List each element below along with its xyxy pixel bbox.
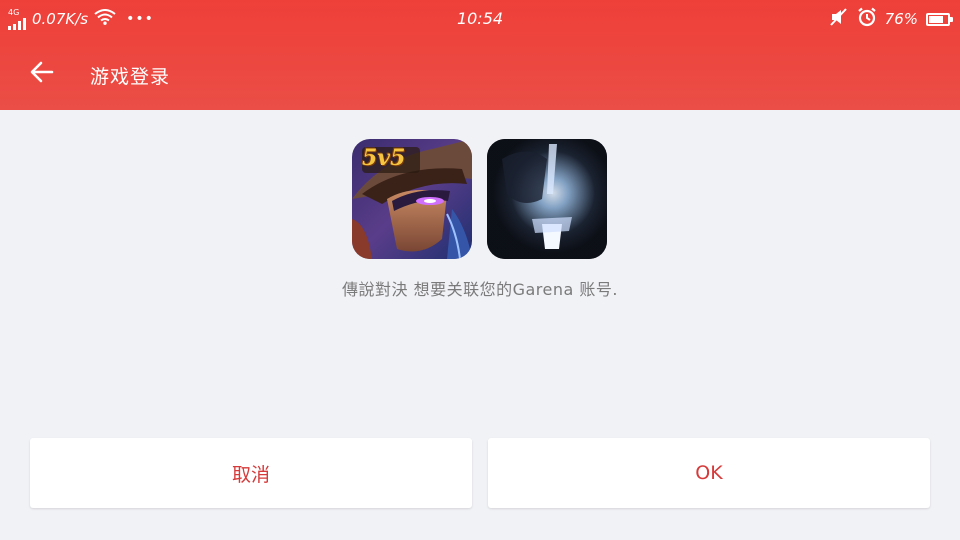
game-icon: 5v5 [352,139,472,259]
back-button[interactable] [22,56,62,92]
alarm-icon [857,7,877,31]
app-icons: 5v5 [352,139,607,259]
link-request-message: 傳說對決 想要关联您的Garena 账号. [342,280,618,299]
page-title: 游戏登录 [90,66,171,88]
status-right: 76% [829,7,953,31]
toolbar: 游戏登录 [0,38,960,110]
cancel-button[interactable]: 取消 [30,438,472,508]
mute-icon [829,8,849,30]
game-badge: 5v5 [362,145,406,171]
battery-percent: 76% [884,10,918,28]
battery-icon [926,12,953,26]
screen: 4G 0.07K/s ••• 10:54 76% 游戏登录 5v5 傳說對決 想… [0,0,960,540]
ok-button[interactable]: OK [488,438,930,508]
account-icon [487,139,607,259]
header: 4G 0.07K/s ••• 10:54 76% 游戏登录 [0,0,960,110]
arrow-left-icon [30,61,54,87]
status-time: 10:54 [456,9,504,28]
status-bar: 4G 0.07K/s ••• 10:54 76% [0,0,960,38]
